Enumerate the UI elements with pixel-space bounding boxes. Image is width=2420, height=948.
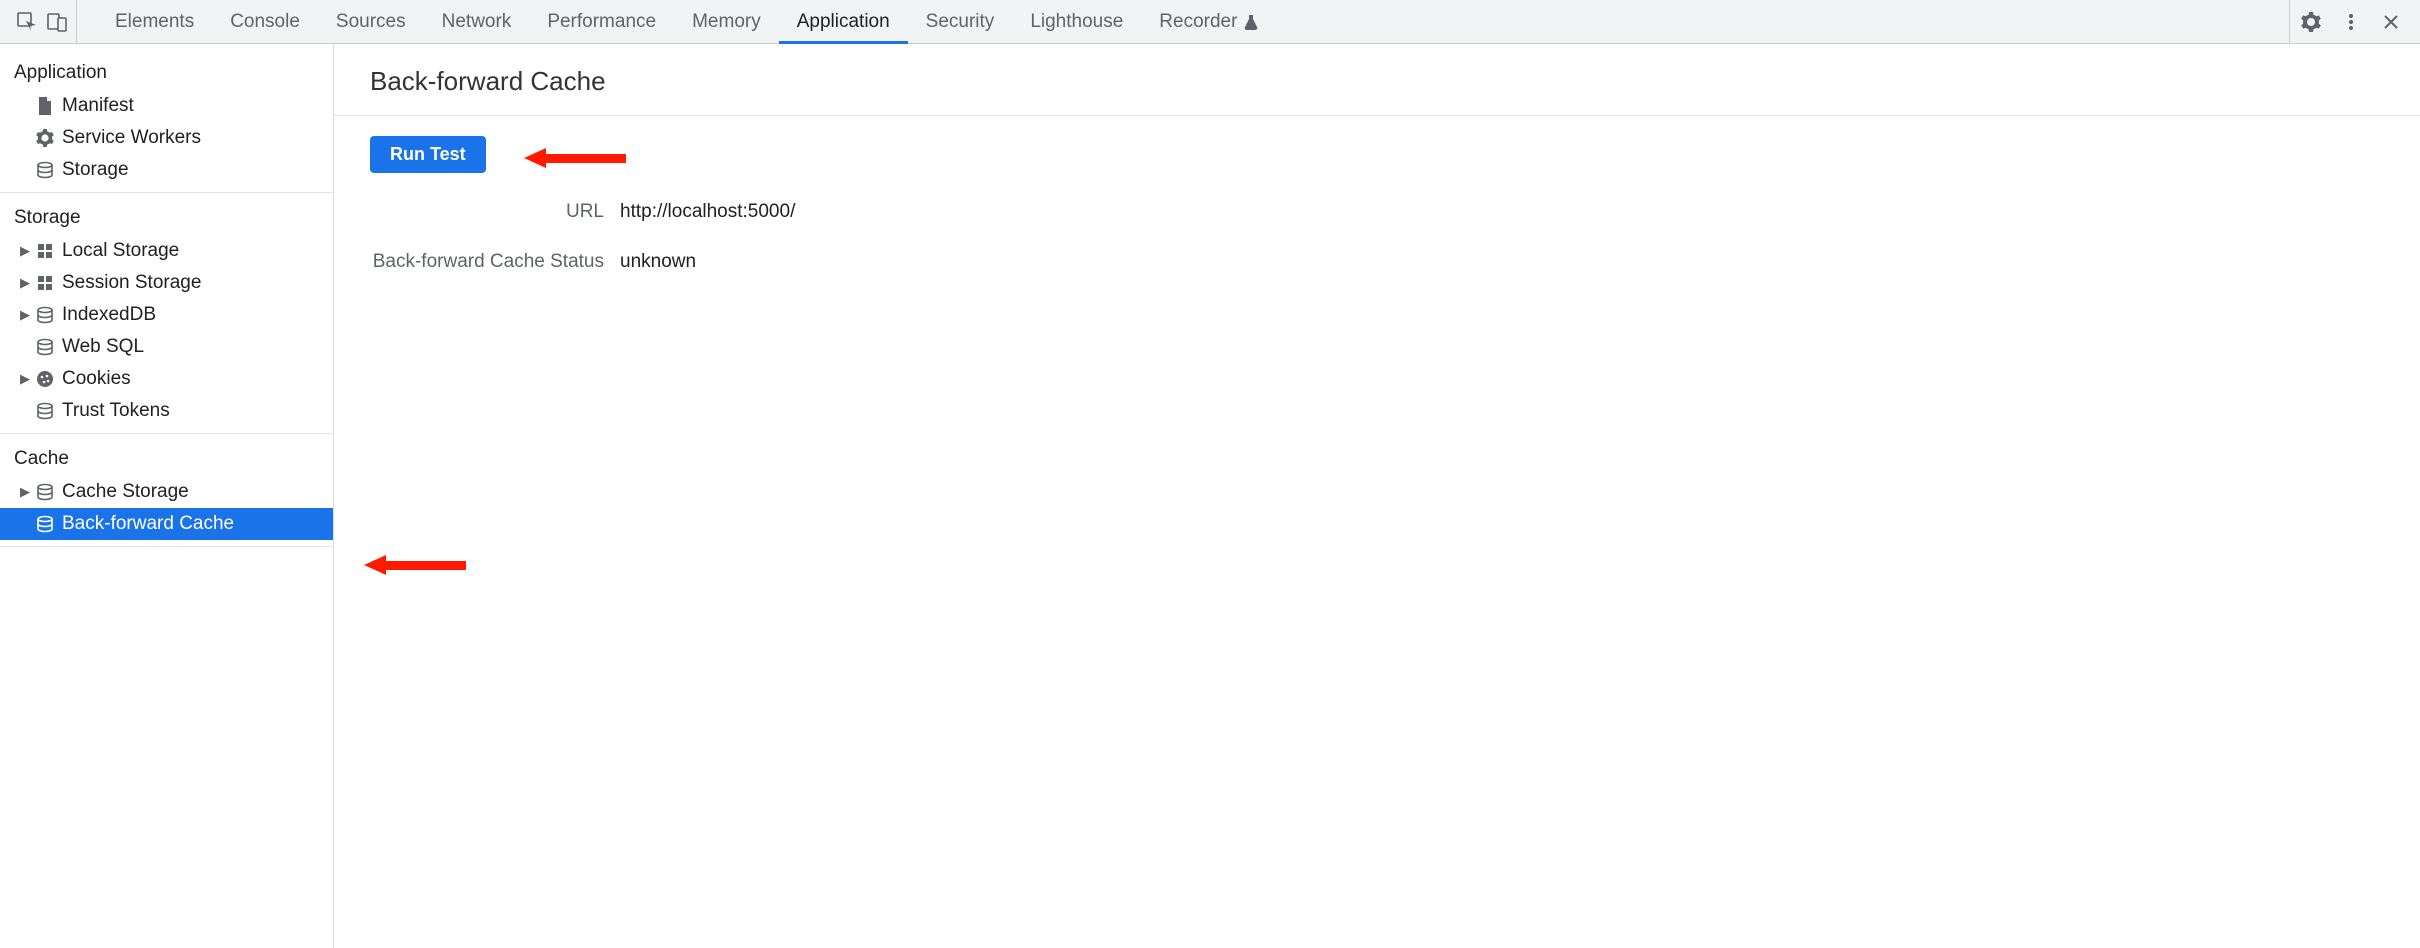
tab-sources[interactable]: Sources bbox=[318, 0, 424, 43]
database-icon bbox=[34, 402, 56, 420]
settings-gear-icon[interactable] bbox=[2300, 11, 2322, 33]
inspect-icon[interactable] bbox=[16, 11, 38, 33]
tab-console[interactable]: Console bbox=[212, 0, 318, 43]
section-title-storage: Storage bbox=[0, 199, 333, 235]
close-icon[interactable] bbox=[2380, 11, 2402, 33]
main-panel: Back-forward Cache Run Test URL http://l… bbox=[334, 44, 2420, 948]
database-icon bbox=[34, 338, 56, 356]
cookie-icon bbox=[34, 370, 56, 388]
section-title-application: Application bbox=[0, 54, 333, 90]
main-content: Run Test URL http://localhost:5000/ Back… bbox=[334, 116, 2420, 293]
sidebar-item-label: Storage bbox=[62, 159, 129, 181]
panel-tabs: Elements Console Sources Network Perform… bbox=[77, 0, 2289, 43]
tab-application[interactable]: Application bbox=[779, 0, 908, 43]
sidebar-item-web-sql[interactable]: Web SQL bbox=[0, 331, 333, 363]
top-right-icon-group bbox=[2289, 0, 2412, 43]
kv-value: http://localhost:5000/ bbox=[620, 201, 795, 223]
expand-triangle-icon[interactable]: ▶ bbox=[18, 307, 32, 323]
sidebar-item-label: IndexedDB bbox=[62, 304, 156, 326]
sidebar-item-label: Local Storage bbox=[62, 240, 179, 262]
expand-triangle-icon[interactable]: ▶ bbox=[18, 484, 32, 500]
file-icon bbox=[34, 97, 56, 115]
sidebar-item-manifest[interactable]: Manifest bbox=[0, 90, 333, 122]
flask-icon bbox=[1243, 14, 1259, 30]
devtools-body: Application Manifest Service Workers Sto… bbox=[0, 44, 2420, 948]
kv-label: URL bbox=[370, 201, 620, 223]
run-test-button[interactable]: Run Test bbox=[370, 136, 486, 173]
sidebar-item-label: Cookies bbox=[62, 368, 131, 390]
tab-lighthouse[interactable]: Lighthouse bbox=[1012, 0, 1141, 43]
section-title-cache: Cache bbox=[0, 440, 333, 476]
expand-triangle-icon[interactable]: ▶ bbox=[18, 243, 32, 259]
expand-triangle-icon[interactable]: ▶ bbox=[18, 275, 32, 291]
more-vert-icon[interactable] bbox=[2340, 11, 2362, 33]
kv-row-url: URL http://localhost:5000/ bbox=[370, 201, 2384, 223]
device-toggle-icon[interactable] bbox=[46, 11, 68, 33]
sidebar-item-label: Session Storage bbox=[62, 272, 201, 294]
tab-recorder-label: Recorder bbox=[1159, 11, 1237, 33]
database-icon bbox=[34, 483, 56, 501]
sidebar-item-label: Trust Tokens bbox=[62, 400, 170, 422]
sidebar-item-trust-tokens[interactable]: Trust Tokens bbox=[0, 395, 333, 427]
sidebar-item-label: Manifest bbox=[62, 95, 134, 117]
grid-icon bbox=[34, 243, 56, 259]
sidebar-item-indexeddb[interactable]: ▶ IndexedDB bbox=[0, 299, 333, 331]
database-icon bbox=[34, 306, 56, 324]
sidebar-item-label: Cache Storage bbox=[62, 481, 189, 503]
expand-triangle-icon[interactable]: ▶ bbox=[18, 371, 32, 387]
gear-icon bbox=[34, 129, 56, 147]
tab-network[interactable]: Network bbox=[424, 0, 530, 43]
database-icon bbox=[34, 161, 56, 179]
sidebar-item-label: Back-forward Cache bbox=[62, 513, 234, 535]
tab-performance[interactable]: Performance bbox=[529, 0, 674, 43]
sidebar-item-local-storage[interactable]: ▶ Local Storage bbox=[0, 235, 333, 267]
kv-row-status: Back-forward Cache Status unknown bbox=[370, 251, 2384, 273]
sidebar-item-storage[interactable]: Storage bbox=[0, 154, 333, 186]
annotation-arrow bbox=[364, 555, 466, 575]
top-left-icon-group bbox=[8, 0, 77, 43]
kv-value: unknown bbox=[620, 251, 696, 273]
devtools-top-bar: Elements Console Sources Network Perform… bbox=[0, 0, 2420, 44]
sidebar-item-cookies[interactable]: ▶ Cookies bbox=[0, 363, 333, 395]
sidebar-item-back-forward-cache[interactable]: Back-forward Cache bbox=[0, 508, 333, 540]
sidebar-item-cache-storage[interactable]: ▶ Cache Storage bbox=[0, 476, 333, 508]
kv-label: Back-forward Cache Status bbox=[370, 251, 620, 273]
tab-security[interactable]: Security bbox=[908, 0, 1013, 43]
sidebar-item-service-workers[interactable]: Service Workers bbox=[0, 122, 333, 154]
sidebar-item-label: Service Workers bbox=[62, 127, 201, 149]
sidebar-item-label: Web SQL bbox=[62, 336, 144, 358]
page-title: Back-forward Cache bbox=[334, 44, 2420, 116]
tab-elements[interactable]: Elements bbox=[97, 0, 212, 43]
database-icon bbox=[34, 515, 56, 533]
application-sidebar: Application Manifest Service Workers Sto… bbox=[0, 44, 334, 948]
sidebar-item-session-storage[interactable]: ▶ Session Storage bbox=[0, 267, 333, 299]
tab-memory[interactable]: Memory bbox=[674, 0, 779, 43]
tab-recorder[interactable]: Recorder bbox=[1141, 0, 1277, 43]
grid-icon bbox=[34, 275, 56, 291]
